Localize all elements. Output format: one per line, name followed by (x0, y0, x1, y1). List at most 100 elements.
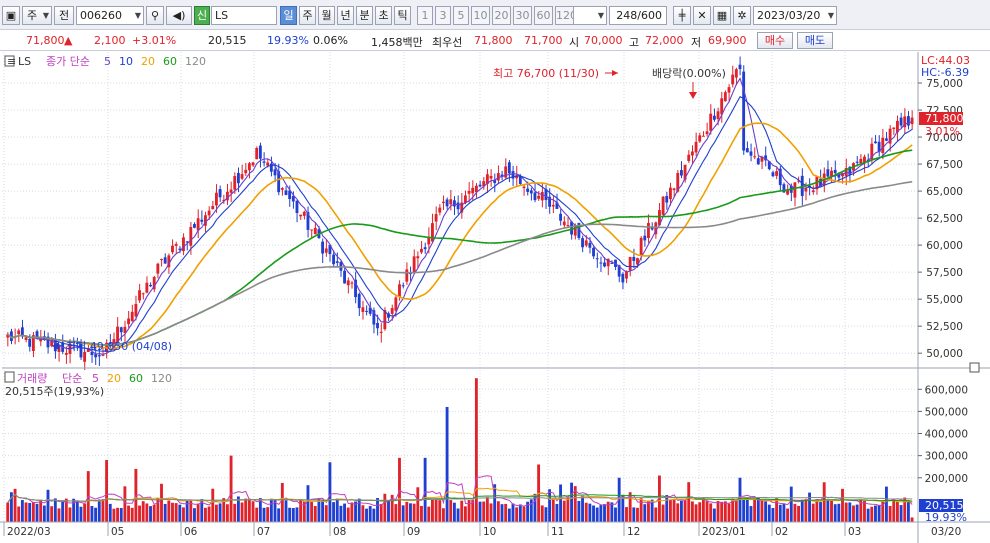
volume-bar (269, 498, 273, 522)
price-tick-label: 50,000 (926, 348, 963, 360)
interval-tab-20[interactable]: 20 (492, 6, 511, 25)
save-icon[interactable]: ▦ (713, 6, 731, 25)
candle-body (445, 199, 449, 207)
interval-custom-input[interactable]: ▼ (573, 6, 607, 25)
candle-body (321, 241, 325, 254)
volume-bar (877, 505, 881, 522)
volume-bar (709, 503, 713, 522)
price-tick-label: 65,000 (926, 186, 963, 198)
volume-legend-checkbox-icon[interactable] (4, 371, 15, 383)
new-badge[interactable]: 신 (194, 6, 210, 25)
candle-body (566, 225, 570, 227)
price-tick-label: 55,000 (926, 294, 963, 306)
interval-tab-30[interactable]: 30 (513, 6, 532, 25)
crosshair-icon[interactable]: ✕ (693, 6, 711, 25)
volume-bar (39, 500, 43, 522)
volume-bar (515, 507, 519, 522)
date-field[interactable]: 2023/03/20 ▼ (753, 6, 837, 25)
volume-bar (837, 503, 841, 522)
volume-bar (313, 506, 317, 522)
volume-bar (387, 500, 390, 522)
date-value: 2023/03/20 (757, 9, 821, 22)
period-tab-0[interactable]: 일 (280, 6, 297, 25)
volume-bar (595, 507, 599, 522)
volume-bar (233, 503, 237, 522)
bar-chart-icon[interactable]: ╪ (673, 6, 691, 25)
stock-code-value: 006260 (80, 9, 122, 22)
candle-body (423, 247, 427, 250)
candle-body (398, 284, 401, 297)
volume-bar (760, 500, 764, 522)
candle-body (701, 135, 705, 137)
volume-bar (306, 485, 310, 522)
candle-body (756, 158, 760, 165)
candle-body (269, 163, 273, 172)
chart-area[interactable]: 75,00072,50070,00067,50065,00062,50060,0… (0, 52, 990, 543)
interval-tab-60[interactable]: 60 (534, 6, 553, 25)
candle-body (266, 162, 270, 166)
candle-body (742, 71, 746, 151)
period-tab-1[interactable]: 주 (299, 6, 316, 25)
candle-body (28, 338, 32, 347)
market-select[interactable]: 주 ▼ (22, 6, 52, 25)
volume-bar (610, 502, 614, 522)
candle-body (64, 352, 68, 355)
price-legend-name: LS (18, 55, 31, 68)
volume-legend-ma-120: 120 (151, 372, 172, 385)
interval-tab-10[interactable]: 10 (471, 6, 490, 25)
period-tab-6[interactable]: 틱 (394, 6, 411, 25)
volume-bar (683, 500, 687, 522)
candle-body (533, 192, 537, 201)
volume-bar (771, 507, 775, 522)
candle-body (811, 190, 815, 193)
volume-bar (68, 507, 72, 522)
x-tick-label: 07 (257, 526, 270, 538)
gear-icon[interactable]: ✲ (733, 6, 751, 25)
volume-bar (75, 500, 79, 522)
candle-body (236, 172, 240, 184)
stock-name-field[interactable]: LS (211, 6, 277, 25)
period-tab-3[interactable]: 년 (337, 6, 354, 25)
candle-body (592, 247, 595, 257)
interval-tab-1[interactable]: 1 (417, 6, 433, 25)
pane-toggle-icon[interactable] (969, 362, 980, 373)
candle-body (174, 243, 178, 246)
candle-body (731, 74, 735, 85)
candle-body (379, 331, 383, 333)
volume-bar (665, 495, 669, 522)
volume-bar (28, 502, 32, 522)
speaker-icon[interactable]: ◀) (166, 6, 192, 25)
interval-tab-5[interactable]: 5 (453, 6, 469, 25)
volume-bar (775, 498, 779, 522)
candle-body (892, 127, 896, 130)
volume-bar (855, 504, 859, 522)
volume-bar (764, 501, 768, 522)
x-tick-label: 06 (184, 526, 198, 538)
volume-bar (687, 482, 691, 522)
sell-button[interactable]: 매도 (797, 32, 833, 49)
search-icon[interactable]: ⚲ (146, 6, 164, 25)
period-tab-4[interactable]: 분 (356, 6, 373, 25)
volume-bar (266, 507, 270, 522)
candle-body (859, 158, 863, 164)
price-tick-label: 57,500 (926, 267, 963, 279)
window-menu-icon[interactable]: ▣ (2, 6, 20, 25)
candle-body (698, 135, 702, 142)
volume-bar (559, 484, 563, 522)
candle-body (885, 138, 888, 141)
volume-bar (581, 495, 584, 522)
buy-button[interactable]: 매수 (757, 32, 793, 49)
candle-body (679, 170, 683, 176)
period-type-button[interactable]: 전 (54, 6, 74, 25)
volume-bar (723, 501, 727, 522)
stock-code-input[interactable]: 006260 ▼ (76, 6, 144, 25)
period-tab-2[interactable]: 월 (318, 6, 335, 25)
interval-tab-3[interactable]: 3 (435, 6, 451, 25)
volume-bar (244, 498, 248, 522)
candle-body (551, 204, 555, 207)
candle-body (771, 172, 775, 177)
period-tab-5[interactable]: 초 (375, 6, 392, 25)
volume-bar (42, 505, 46, 522)
volume-bar (401, 505, 405, 522)
data-count-field[interactable]: 248/600 (609, 6, 667, 25)
